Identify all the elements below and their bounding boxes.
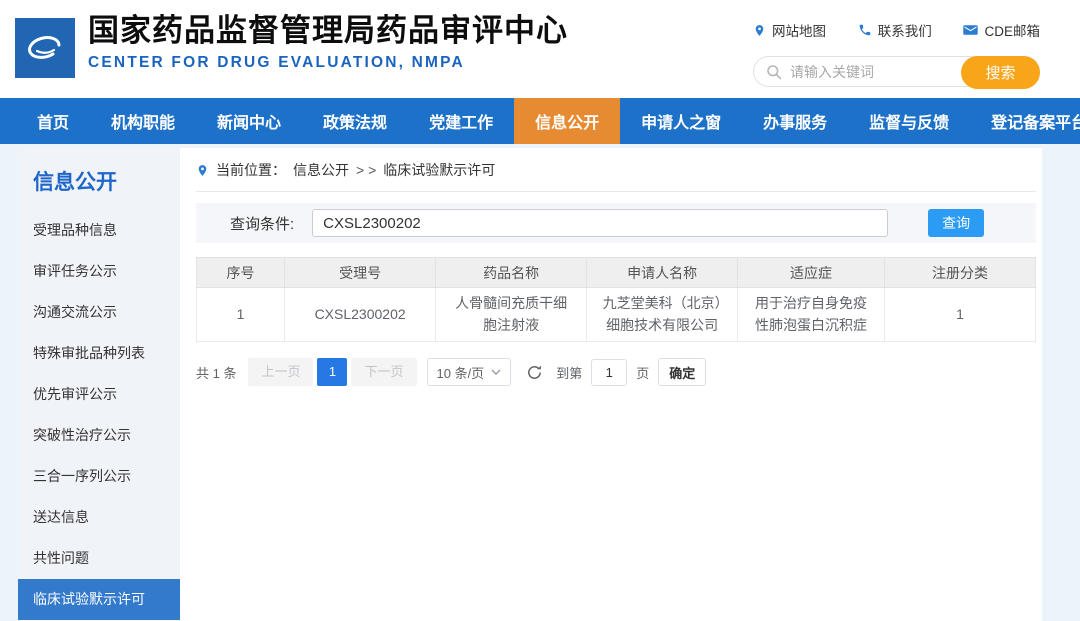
phone-icon [858, 23, 872, 37]
nav-item-functions[interactable]: 机构职能 [90, 98, 196, 144]
sidebar-item-clinical-trial-implied-license[interactable]: 临床试验默示许可 [18, 579, 180, 620]
nav-label: 首页 [37, 109, 69, 133]
contact-link[interactable]: 联系我们 [858, 20, 932, 40]
breadcrumb-separator: > > [356, 162, 376, 178]
envelope-icon [963, 24, 978, 36]
sidebar-item-accepted-varieties[interactable]: 受理品种信息 [18, 210, 180, 251]
site-title-en: CENTER FOR DRUG EVALUATION, NMPA [88, 54, 568, 72]
sidebar-item-review-tasks[interactable]: 审评任务公示 [18, 251, 180, 292]
mailbox-link-label: CDE邮箱 [984, 20, 1040, 40]
sidebar-item-three-in-one[interactable]: 三合一序列公示 [18, 456, 180, 497]
search-button[interactable]: 搜索 [961, 56, 1040, 89]
next-page-button[interactable]: 下一页 [351, 358, 416, 386]
sitemap-link-label: 网站地图 [772, 20, 826, 40]
nav-item-applicant-window[interactable]: 申请人之窗 [620, 98, 742, 144]
main-navbar: 首页 机构职能 新闻中心 政策法规 党建工作 信息公开 申请人之窗 办事服务 监… [0, 98, 1080, 144]
nav-item-supervision[interactable]: 监督与反馈 [848, 98, 970, 144]
results-table: 序号 受理号 药品名称 申请人名称 适应症 注册分类 1 CXSL2300202… [196, 257, 1036, 342]
query-button[interactable]: 查询 [928, 209, 984, 237]
breadcrumb-prefix: 当前位置： [216, 160, 286, 180]
nav-item-news[interactable]: 新闻中心 [196, 98, 302, 144]
col-header-seq: 序号 [197, 258, 285, 288]
table-header-row: 序号 受理号 药品名称 申请人名称 适应症 注册分类 [197, 258, 1036, 288]
table-row: 1 CXSL2300202 人骨髓间充质干细胞注射液 九芝堂美科（北京）细胞技术… [197, 288, 1036, 342]
cell-drug-name: 人骨髓间充质干细胞注射液 [436, 288, 587, 342]
col-header-applicant: 申请人名称 [587, 258, 738, 288]
col-header-acceptance-no: 受理号 [285, 258, 436, 288]
sitemap-link[interactable]: 网站地图 [753, 20, 826, 40]
goto-page-input[interactable] [591, 359, 627, 386]
pagination: 共 1 条 上一页 1 下一页 10 条/页 到第 页 确定 [196, 358, 1036, 386]
chevron-down-icon [491, 369, 501, 375]
cell-indication: 用于治疗自身免疫性肺泡蛋白沉积症 [738, 288, 885, 342]
nav-item-party[interactable]: 党建工作 [408, 98, 514, 144]
header-search-box: 搜索 [753, 56, 1040, 87]
col-header-registration-class: 注册分类 [884, 258, 1035, 288]
nav-label: 机构职能 [111, 109, 175, 133]
nav-item-policies[interactable]: 政策法规 [302, 98, 408, 144]
sidebar-item-communication[interactable]: 沟通交流公示 [18, 292, 180, 333]
sidebar-item-priority-review[interactable]: 优先审评公示 [18, 374, 180, 415]
pagination-total: 共 1 条 [196, 363, 236, 382]
top-links: 网站地图 联系我们 CDE邮箱 [753, 20, 1040, 40]
location-pin-icon [196, 163, 209, 178]
header-right: 网站地图 联系我们 CDE邮箱 搜索 [753, 20, 1040, 87]
nav-label: 登记备案平台 [991, 109, 1080, 133]
site-title-cn: 国家药品监督管理局药品审评中心 [88, 13, 568, 49]
query-input[interactable] [312, 209, 888, 237]
cde-logo [15, 18, 75, 78]
query-bar: 查询条件: 查询 [196, 203, 1036, 243]
sidebar: 信息公开 受理品种信息 审评任务公示 沟通交流公示 特殊审批品种列表 优先审评公… [18, 148, 180, 621]
nav-item-information-disclosure[interactable]: 信息公开 [514, 98, 620, 144]
page-size-select[interactable]: 10 条/页 [427, 358, 512, 386]
goto-page-label: 到第 [556, 363, 582, 382]
refresh-icon [526, 364, 543, 381]
location-pin-icon [753, 23, 766, 38]
nav-label: 办事服务 [763, 109, 827, 133]
prev-page-button[interactable]: 上一页 [248, 358, 313, 386]
query-label: 查询条件: [230, 213, 294, 234]
cde-swirl-logo-icon [15, 18, 75, 78]
nav-item-home[interactable]: 首页 [16, 98, 90, 144]
breadcrumb-section[interactable]: 信息公开 [293, 160, 349, 180]
cell-seq: 1 [197, 288, 285, 342]
sidebar-item-delivery-info[interactable]: 送达信息 [18, 497, 180, 538]
cell-registration-class: 1 [884, 288, 1035, 342]
sidebar-item-common-issues[interactable]: 共性问题 [18, 538, 180, 579]
site-header: 国家药品监督管理局药品审评中心 CENTER FOR DRUG EVALUATI… [0, 0, 1080, 98]
page-size-value: 10 条/页 [437, 363, 485, 382]
nav-item-registration-platform[interactable]: 登记备案平台 [970, 98, 1080, 144]
nav-label: 新闻中心 [217, 109, 281, 133]
search-input[interactable] [788, 58, 948, 85]
goto-page-unit: 页 [636, 363, 649, 382]
breadcrumb-current: 临床试验默示许可 [383, 160, 495, 180]
nav-label: 党建工作 [429, 109, 493, 133]
nav-label: 监督与反馈 [869, 109, 949, 133]
magnifier-icon [766, 64, 782, 80]
nav-label: 政策法规 [323, 109, 387, 133]
site-title-block: 国家药品监督管理局药品审评中心 CENTER FOR DRUG EVALUATI… [88, 13, 568, 72]
page-number-button[interactable]: 1 [317, 358, 347, 386]
cell-acceptance-no: CXSL2300202 [285, 288, 436, 342]
nav-item-services[interactable]: 办事服务 [742, 98, 848, 144]
breadcrumb: 当前位置： 信息公开 > > 临床试验默示许可 [196, 160, 1036, 192]
sidebar-item-special-approval[interactable]: 特殊审批品种列表 [18, 333, 180, 374]
refresh-button[interactable] [526, 364, 543, 381]
mailbox-link[interactable]: CDE邮箱 [963, 20, 1040, 40]
nav-label: 申请人之窗 [641, 109, 721, 133]
nav-label: 信息公开 [535, 109, 599, 133]
col-header-drug-name: 药品名称 [436, 258, 587, 288]
contact-link-label: 联系我们 [878, 20, 932, 40]
confirm-button[interactable]: 确定 [658, 358, 706, 386]
cell-applicant: 九芝堂美科（北京）细胞技术有限公司 [587, 288, 738, 342]
col-header-indication: 适应症 [738, 258, 885, 288]
sidebar-item-breakthrough-therapy[interactable]: 突破性治疗公示 [18, 415, 180, 456]
main-content: 当前位置： 信息公开 > > 临床试验默示许可 查询条件: 查询 序号 受理号 药… [180, 148, 1042, 621]
page-body: 信息公开 受理品种信息 审评任务公示 沟通交流公示 特殊审批品种列表 优先审评公… [18, 148, 1042, 621]
sidebar-title: 信息公开 [18, 166, 180, 196]
